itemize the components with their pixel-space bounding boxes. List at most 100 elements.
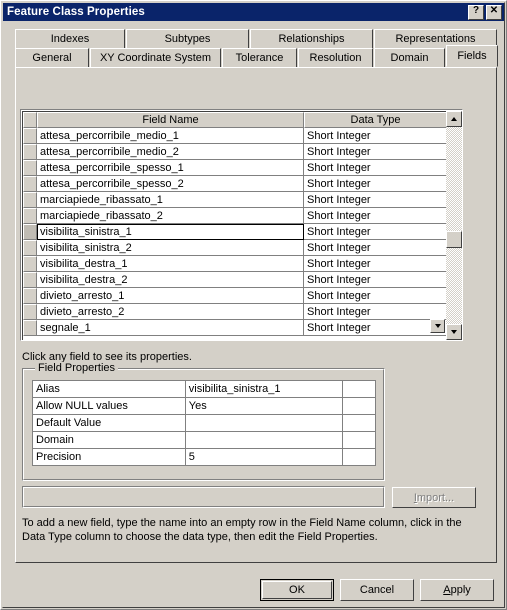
field-property-row[interactable]: Precision 5 <box>32 448 376 466</box>
field-name-cell[interactable]: visibilita_sinistra_1 <box>37 224 304 240</box>
table-row[interactable]: visibilita_destra_2 Short Integer <box>23 272 462 288</box>
cancel-button[interactable]: Cancel <box>340 579 414 601</box>
tab-xy-coordinate-system[interactable]: XY Coordinate System <box>90 48 221 67</box>
field-property-row[interactable]: Alias visibilita_sinistra_1 <box>32 380 376 398</box>
field-property-extra[interactable] <box>342 397 376 415</box>
help-icon[interactable]: ? <box>468 4 484 20</box>
close-icon-glyph: ✕ <box>489 5 499 16</box>
field-property-extra[interactable] <box>342 380 376 398</box>
data-type-dropdown-button[interactable] <box>430 319 445 333</box>
column-header-field-name[interactable]: Field Name <box>37 112 304 128</box>
row-selector-cell[interactable] <box>23 144 37 160</box>
scrollbar-track[interactable] <box>446 127 462 324</box>
data-type-cell[interactable]: Short Integer <box>304 304 447 320</box>
data-type-cell[interactable]: Short Integer <box>304 288 447 304</box>
table-row[interactable]: marciapiede_ribassato_1 Short Integer <box>23 192 462 208</box>
row-selector-cell[interactable] <box>23 224 37 240</box>
field-name-cell[interactable]: segnale_1 <box>37 320 304 336</box>
table-row[interactable]: divieto_arresto_2 Short Integer <box>23 304 462 320</box>
field-name-cell[interactable]: marciapiede_ribassato_1 <box>37 192 304 208</box>
row-selector-cell[interactable] <box>23 320 37 336</box>
field-property-editor[interactable] <box>22 486 385 508</box>
row-selector-cell[interactable] <box>23 176 37 192</box>
row-selector-cell[interactable] <box>23 240 37 256</box>
data-type-cell[interactable]: Short Integer <box>304 224 447 240</box>
ok-button[interactable]: OK <box>260 579 334 601</box>
table-row[interactable]: segnale_1 Short Integer <box>23 320 462 336</box>
tab-indexes[interactable]: Indexes <box>15 29 125 48</box>
field-property-extra[interactable] <box>342 431 376 449</box>
field-property-extra[interactable] <box>342 414 376 432</box>
tab-domain[interactable]: Domain <box>374 48 445 67</box>
table-row[interactable]: visibilita_sinistra_1 Short Integer <box>23 224 462 240</box>
tab-relationships[interactable]: Relationships <box>250 29 373 48</box>
field-grid[interactable]: Field Name Data Type attesa_percorribile… <box>20 109 463 341</box>
feature-class-properties-dialog: Feature Class Properties ? ✕ Indexes Subt… <box>0 0 507 610</box>
scroll-down-button[interactable] <box>446 324 462 340</box>
data-type-cell[interactable]: Short Integer <box>304 144 447 160</box>
data-type-cell[interactable]: Short Integer <box>304 176 447 192</box>
import-button[interactable]: Import... <box>392 487 476 508</box>
row-selector-cell[interactable] <box>23 256 37 272</box>
column-header-selector[interactable] <box>23 112 37 128</box>
data-type-cell[interactable]: Short Integer <box>304 256 447 272</box>
field-property-extra[interactable] <box>342 448 376 466</box>
row-selector-cell[interactable] <box>23 272 37 288</box>
row-selector-cell[interactable] <box>23 288 37 304</box>
tab-general[interactable]: General <box>15 48 89 67</box>
title-bar[interactable]: Feature Class Properties ? ✕ <box>3 3 504 21</box>
field-property-row[interactable]: Domain <box>32 431 376 449</box>
row-selector-cell[interactable] <box>23 208 37 224</box>
data-type-cell[interactable]: Short Integer <box>304 320 447 336</box>
field-name-cell[interactable]: attesa_percorribile_spesso_2 <box>37 176 304 192</box>
field-name-cell[interactable]: marciapiede_ribassato_2 <box>37 208 304 224</box>
field-property-value[interactable]: visibilita_sinistra_1 <box>184 380 344 398</box>
field-property-label: Default Value <box>32 414 186 432</box>
field-property-value[interactable]: 5 <box>184 448 344 466</box>
table-row[interactable]: attesa_percorribile_medio_2 Short Integer <box>23 144 462 160</box>
row-selector-cell[interactable] <box>23 304 37 320</box>
field-name-cell[interactable]: attesa_percorribile_medio_1 <box>37 128 304 144</box>
field-name-cell[interactable]: attesa_percorribile_spesso_1 <box>37 160 304 176</box>
field-property-value[interactable] <box>184 414 344 432</box>
tab-fields[interactable]: Fields <box>446 45 498 67</box>
tab-subtypes[interactable]: Subtypes <box>126 29 249 48</box>
close-icon[interactable]: ✕ <box>486 4 502 20</box>
data-type-cell[interactable]: Short Integer <box>304 160 447 176</box>
field-properties-table[interactable]: Alias visibilita_sinistra_1 Allow NULL val… <box>32 380 376 466</box>
field-name-cell[interactable]: divieto_arresto_1 <box>37 288 304 304</box>
column-header-data-type[interactable]: Data Type <box>304 112 447 128</box>
scrollbar-thumb[interactable] <box>446 231 462 248</box>
row-selector-cell[interactable] <box>23 128 37 144</box>
data-type-cell[interactable]: Short Integer <box>304 128 447 144</box>
row-selector-cell[interactable] <box>23 160 37 176</box>
field-property-value[interactable]: Yes <box>184 397 344 415</box>
field-name-cell[interactable]: divieto_arresto_2 <box>37 304 304 320</box>
field-grid-header: Field Name Data Type <box>23 112 462 128</box>
tab-tolerance[interactable]: Tolerance <box>222 48 297 67</box>
field-property-value[interactable] <box>184 431 344 449</box>
data-type-cell[interactable]: Short Integer <box>304 240 447 256</box>
table-row[interactable]: visibilita_sinistra_2 Short Integer <box>23 240 462 256</box>
field-grid-scrollbar[interactable] <box>446 111 462 340</box>
data-type-cell[interactable]: Short Integer <box>304 208 447 224</box>
data-type-cell[interactable]: Short Integer <box>304 272 447 288</box>
apply-button[interactable]: Apply <box>420 579 494 601</box>
tab-resolution[interactable]: Resolution <box>298 48 373 67</box>
table-row[interactable]: attesa_percorribile_spesso_2 Short Intege… <box>23 176 462 192</box>
table-row[interactable]: divieto_arresto_1 Short Integer <box>23 288 462 304</box>
table-row[interactable]: marciapiede_ribassato_2 Short Integer <box>23 208 462 224</box>
row-selector-cell[interactable] <box>23 192 37 208</box>
scroll-up-button[interactable] <box>446 111 462 127</box>
field-name-cell[interactable]: visibilita_destra_2 <box>37 272 304 288</box>
field-name-cell[interactable]: visibilita_destra_1 <box>37 256 304 272</box>
field-property-row[interactable]: Default Value <box>32 414 376 432</box>
arrow-up-icon <box>451 117 457 121</box>
data-type-cell[interactable]: Short Integer <box>304 192 447 208</box>
table-row[interactable]: attesa_percorribile_medio_1 Short Integer <box>23 128 462 144</box>
table-row[interactable]: visibilita_destra_1 Short Integer <box>23 256 462 272</box>
field-property-row[interactable]: Allow NULL values Yes <box>32 397 376 415</box>
field-name-cell[interactable]: visibilita_sinistra_2 <box>37 240 304 256</box>
table-row[interactable]: attesa_percorribile_spesso_1 Short Intege… <box>23 160 462 176</box>
field-name-cell[interactable]: attesa_percorribile_medio_2 <box>37 144 304 160</box>
